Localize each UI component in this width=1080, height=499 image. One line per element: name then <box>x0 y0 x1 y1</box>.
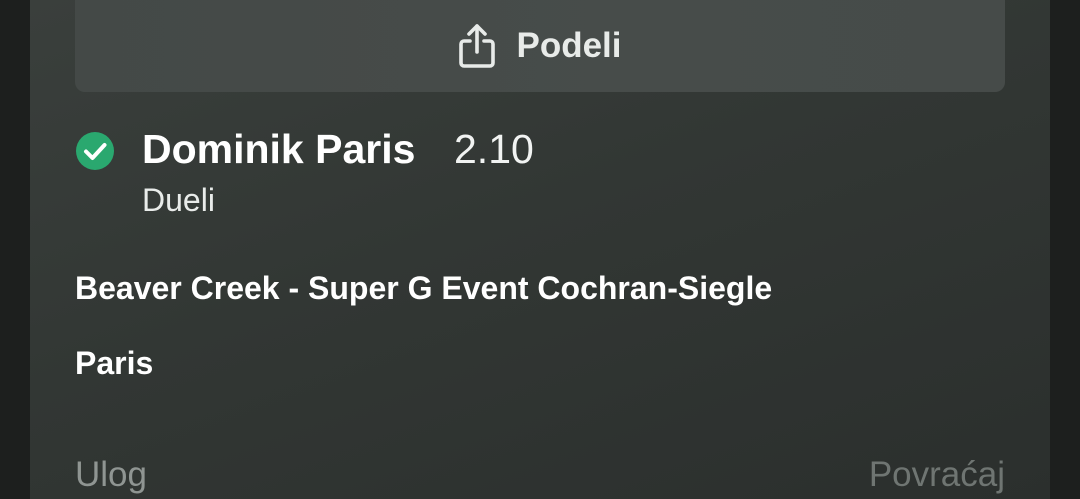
pick-label: Paris <box>75 345 154 381</box>
share-button[interactable]: Podeli <box>75 0 1005 92</box>
market-name: Dueli <box>142 182 215 218</box>
screen: Podeli Dominik Paris 2.10 Dueli Beaver C… <box>0 0 1080 499</box>
return-label: Povraćaj <box>868 455 1005 494</box>
bet-ticket-card: Podeli Dominik Paris 2.10 Dueli Beaver C… <box>30 0 1050 499</box>
selection-name: Dominik Paris <box>142 126 416 172</box>
share-button-label: Podeli <box>516 26 622 65</box>
selection-odds: 2.10 <box>454 126 534 172</box>
event-name: Beaver Creek - Super G Event Cochran-Sie… <box>75 270 773 306</box>
stake-label: Ulog <box>75 455 147 494</box>
check-circle-icon <box>75 131 115 171</box>
share-icon <box>458 23 496 69</box>
